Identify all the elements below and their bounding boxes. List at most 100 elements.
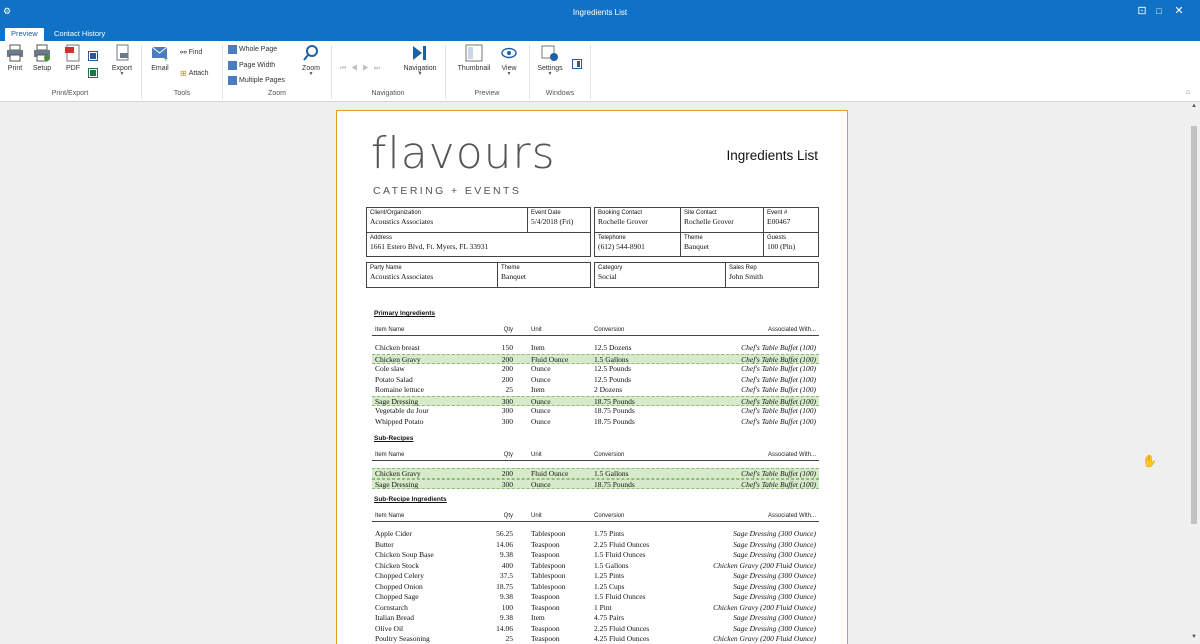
cell-qty: 100 [501,602,513,612]
cell-name: Sage Dressing [375,479,419,489]
cell-conv: 12.5 Pounds [594,374,632,384]
category-label: Category [598,265,623,271]
scroll-down-icon[interactable]: ▼ [1188,634,1200,640]
cell-qty: 56.25 [496,529,513,538]
excel-export-icon[interactable] [88,68,98,78]
cell-unit: Item [531,343,545,352]
sales-rep-value: John Smith [729,272,763,281]
group-label-windows: Windows [545,90,575,97]
navigation-button[interactable]: Navigation ▼ [400,44,440,77]
cell-qty: 14.06 [496,623,513,633]
svg-text:+: + [163,55,169,62]
find-button[interactable]: ⚯ Find [180,48,202,57]
thumbnail-icon [465,44,483,62]
cell-conv: 2.25 Fluid Ounces [594,623,650,633]
cell-name: Chopped Sage [375,592,419,601]
cell-unit: Ounce [531,364,551,373]
cell-conv: 1 Pint [594,602,612,612]
setup-button[interactable]: Setup [31,44,53,72]
view-button[interactable]: View ▼ [499,44,519,77]
sales-rep-label: Sales Rep [729,265,757,271]
category-cell: Category Social [598,265,622,281]
preview-viewport[interactable]: flavours CATERING + EVENTS Ingredients L… [0,102,1188,644]
cell-unit: Ounce [531,406,551,415]
attach-button[interactable]: ⊞ Attach [180,69,209,78]
client-cell: Client/Organization Acoustics Associates [370,210,433,226]
telephone-cell: Telephone (612) 544-8901 [598,235,645,251]
multiple-pages-label: Multiple Pages [239,77,285,84]
pdf-button[interactable]: PDF [63,44,83,72]
window-panel-icon[interactable] [572,59,582,69]
binoculars-icon: ⚯ [180,48,187,57]
theme-value: Banquet [684,242,709,251]
maximize-icon[interactable]: □ [1152,5,1166,17]
report-title: Ingredients List [726,148,818,163]
cell-qty: 200 [501,354,513,364]
vertical-scrollbar[interactable]: ▲ ▼ [1188,102,1200,644]
divider [497,263,498,287]
table-row: Cornstarch 100 Teaspoon 1 Pint Chicken Gravy… [372,603,819,614]
table-row: Poultry Seasoning 25 Teaspoon 4.25 Fluid Ou… [372,634,819,644]
guests-cell: Guests 100 (Pln) [767,235,795,251]
table-row: Chicken Stock 400 Tablespoon 1.5 Gallons Chi… [372,561,819,572]
collapse-ribbon-icon[interactable]: ⌂ [1186,89,1190,96]
email-button[interactable]: + Email [148,44,172,72]
restore-icon[interactable]: ⊡ [1135,5,1149,17]
group-label-navigation: Navigation [371,90,405,97]
multiple-pages-button[interactable]: Multiple Pages [228,76,285,85]
telephone-value: (612) 544-8901 [598,242,645,251]
event-number-label: Event # [767,210,788,216]
word-export-icon[interactable] [88,51,98,61]
cell-name: Potato Salad [375,374,413,384]
scrollbar-thumb[interactable] [1191,126,1197,524]
column-header-conv: Conversion [594,513,625,519]
section-title: Sub-Recipes [374,435,414,442]
whole-page-button[interactable]: Whole Page [228,45,277,54]
chevron-down-icon: ▼ [119,71,125,77]
cell-name: Chicken Soup Base [375,550,434,559]
cell-unit: Tablespoon [531,581,566,591]
cell-assoc: Chef's Table Buffet (100) [741,343,816,352]
settings-button[interactable]: Settings ▼ [536,44,564,77]
cell-unit: Tablespoon [531,571,566,580]
cell-unit: Fluid Ounce [531,469,569,478]
column-header-row: Item Name Qty Unit Conversion Associated Wit… [372,512,819,522]
email-label: Email [151,65,169,72]
tab-contact-history[interactable]: Contact History [48,28,111,41]
cell-qty: 25 [505,634,514,643]
site-contact-cell: Site Contact Rochelle Grover [684,210,734,226]
table-row: Cole slaw 200 Ounce 12.5 Pounds Chef's Table… [372,364,819,375]
print-button[interactable]: Print [5,44,25,72]
column-header-qty: Qty [503,452,513,458]
page-setup-icon [34,44,50,62]
zoom-button[interactable]: Zoom ▼ [299,44,323,77]
cell-conv: 12.5 Pounds [594,364,632,373]
theme-cell: Theme Banquet [684,235,709,251]
table-row: Butter 14.06 Teaspoon 2.25 Fluid Ounces Sage… [372,540,819,551]
table-row: Potato Salad 200 Ounce 12.5 Pounds Chef's Ta… [372,375,819,386]
close-icon[interactable]: ✕ [1172,5,1186,17]
cell-name: Olive Oil [375,623,404,633]
column-header-unit: Unit [531,452,542,458]
tab-preview[interactable]: Preview [5,28,44,41]
chevron-down-icon: ▼ [547,71,553,77]
divider [367,232,590,233]
cell-name: Chicken Gravy [375,469,421,478]
page-nav-icons: ⏮◀▶⏭ [340,65,386,72]
cell-qty: 9.38 [499,550,513,559]
eye-icon [501,47,517,59]
cell-assoc: Sage Dressing (300 Ounce) [733,571,816,580]
print-label: Print [7,65,23,72]
chevron-down-icon: ▼ [506,71,512,77]
cell-conv: 4.25 Fluid Ounces [594,634,650,643]
export-button[interactable]: Export ▼ [110,44,134,77]
cell-qty: 300 [501,406,513,415]
thumbnail-button[interactable]: Thumbnail [454,44,494,72]
page-width-button[interactable]: Page Width [228,61,275,70]
table-row: Chopped Celery 37.5 Tablespoon 1.25 Pints Sa… [372,571,819,582]
cell-name: Chicken Gravy [375,354,421,364]
chevron-down-icon: ▼ [308,71,314,77]
booking-contact-value: Rochelle Grover [598,217,648,226]
scroll-up-icon[interactable]: ▲ [1188,103,1200,109]
column-header-name: Item Name [375,513,405,519]
